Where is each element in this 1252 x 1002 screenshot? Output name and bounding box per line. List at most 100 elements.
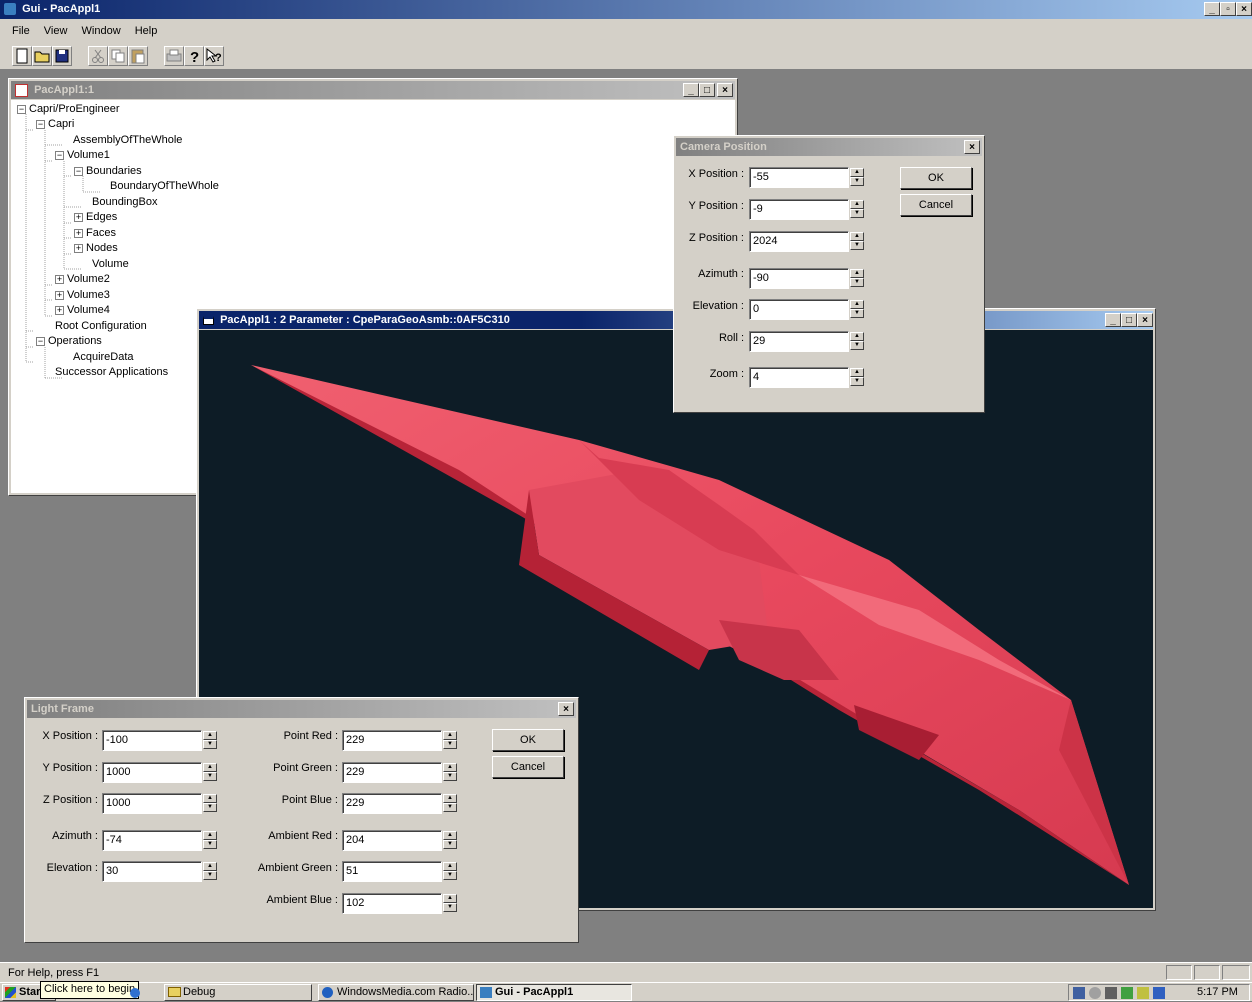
paste-button[interactable]: [128, 46, 148, 66]
minimize-button[interactable]: _: [1204, 2, 1220, 16]
camera-z-input[interactable]: 2024: [749, 231, 849, 252]
tree-node[interactable]: AssemblyOfTheWhole: [73, 133, 182, 148]
spin-up-icon[interactable]: ▲: [850, 168, 864, 177]
ambient-blue-spinner[interactable]: ▲ ▼: [443, 894, 457, 913]
context-help-button[interactable]: ?: [204, 46, 224, 66]
spin-down-icon[interactable]: ▼: [443, 903, 457, 912]
spin-down-icon[interactable]: ▼: [203, 803, 217, 812]
spin-down-icon[interactable]: ▼: [443, 740, 457, 749]
spin-up-icon[interactable]: ▲: [850, 269, 864, 278]
ambient-red-spinner[interactable]: ▲ ▼: [443, 831, 457, 850]
about-button[interactable]: ?: [184, 46, 204, 66]
camera-y-spinner[interactable]: ▲ ▼: [850, 200, 864, 219]
spin-down-icon[interactable]: ▼: [850, 177, 864, 186]
spin-up-icon[interactable]: ▲: [443, 831, 457, 840]
camera-roll-input[interactable]: 29: [749, 331, 849, 352]
spin-down-icon[interactable]: ▼: [443, 772, 457, 781]
menu-window[interactable]: Window: [82, 25, 121, 37]
camera-dialog-titlebar[interactable]: Camera Position ×: [676, 138, 982, 156]
tree-node[interactable]: + Volume3: [55, 288, 110, 303]
tree-close-button[interactable]: ×: [717, 83, 733, 97]
volume-icon[interactable]: [1105, 987, 1117, 999]
tree-node[interactable]: − Capri: [36, 117, 74, 132]
ambient-red-input[interactable]: 204: [342, 830, 442, 851]
tree-node[interactable]: Root Configuration: [55, 319, 147, 334]
close-button[interactable]: ×: [1236, 2, 1252, 16]
ambient-green-input[interactable]: 51: [342, 861, 442, 882]
camera-azimuth-input[interactable]: -90: [749, 268, 849, 289]
task-debug[interactable]: Debug: [164, 984, 312, 1001]
cut-button[interactable]: [88, 46, 108, 66]
light-y-spinner[interactable]: ▲ ▼: [203, 763, 217, 782]
spin-up-icon[interactable]: ▲: [850, 232, 864, 241]
light-azimuth-spinner[interactable]: ▲ ▼: [203, 831, 217, 850]
camera-ok-button[interactable]: OK: [900, 167, 972, 189]
clock[interactable]: 5:17 PM: [1197, 986, 1238, 998]
tree-node[interactable]: − Operations: [36, 334, 102, 349]
tree-node[interactable]: + Nodes: [74, 241, 118, 256]
tree-maximize-button[interactable]: □: [699, 83, 715, 97]
tray-icon[interactable]: [1137, 987, 1149, 999]
camera-elevation-spinner[interactable]: ▲ ▼: [850, 300, 864, 319]
tree-node[interactable]: BoundingBox: [92, 195, 157, 210]
light-cancel-button[interactable]: Cancel: [492, 756, 564, 778]
menu-help[interactable]: Help: [135, 25, 158, 37]
expand-icon[interactable]: +: [74, 243, 83, 253]
collapse-icon[interactable]: −: [36, 119, 45, 129]
tray-network-icon[interactable]: [1073, 987, 1085, 999]
new-file-button[interactable]: [12, 46, 32, 66]
tree-node[interactable]: + Volume2: [55, 272, 110, 287]
spin-up-icon[interactable]: ▲: [203, 831, 217, 840]
collapse-icon[interactable]: −: [74, 166, 83, 176]
menu-view[interactable]: View: [44, 25, 68, 37]
light-azimuth-input[interactable]: -74: [102, 830, 202, 851]
light-y-input[interactable]: 1000: [102, 762, 202, 783]
spin-down-icon[interactable]: ▼: [203, 772, 217, 781]
tree-node[interactable]: Volume: [92, 257, 129, 272]
collapse-icon[interactable]: −: [36, 336, 45, 346]
app-titlebar[interactable]: Gui - PacAppl1 _ ▫ ×: [0, 0, 1252, 19]
spin-down-icon[interactable]: ▼: [850, 341, 864, 350]
spin-up-icon[interactable]: ▲: [850, 200, 864, 209]
tree-node[interactable]: + Edges: [74, 210, 117, 225]
spin-up-icon[interactable]: ▲: [850, 332, 864, 341]
light-x-spinner[interactable]: ▲ ▼: [203, 731, 217, 750]
spin-down-icon[interactable]: ▼: [443, 840, 457, 849]
point-blue-spinner[interactable]: ▲ ▼: [443, 794, 457, 813]
camera-x-input[interactable]: -55: [749, 167, 849, 188]
light-x-input[interactable]: -100: [102, 730, 202, 751]
light-dialog-close-button[interactable]: ×: [558, 702, 574, 716]
tree-node[interactable]: BoundaryOfTheWhole: [110, 179, 219, 194]
viewer-minimize-button[interactable]: _: [1105, 313, 1121, 327]
expand-icon[interactable]: +: [55, 274, 64, 284]
camera-azimuth-spinner[interactable]: ▲ ▼: [850, 269, 864, 288]
expand-icon[interactable]: +: [55, 290, 64, 300]
spin-up-icon[interactable]: ▲: [203, 794, 217, 803]
task-windowsmedia[interactable]: WindowsMedia.com Radio...: [318, 984, 474, 1001]
spin-down-icon[interactable]: ▼: [443, 803, 457, 812]
spin-down-icon[interactable]: ▼: [203, 740, 217, 749]
light-elevation-spinner[interactable]: ▲ ▼: [203, 862, 217, 881]
collapse-icon[interactable]: −: [55, 150, 64, 160]
spin-up-icon[interactable]: ▲: [203, 763, 217, 772]
tree-window-titlebar[interactable]: PacAppl1:1 _ □ ×: [11, 81, 735, 99]
tray-icon[interactable]: [1153, 987, 1165, 999]
point-green-spinner[interactable]: ▲ ▼: [443, 763, 457, 782]
tree-node[interactable]: AcquireData: [73, 350, 134, 365]
spin-down-icon[interactable]: ▼: [443, 871, 457, 880]
point-red-input[interactable]: 229: [342, 730, 442, 751]
tree-node[interactable]: − Boundaries: [74, 164, 142, 179]
restore-button[interactable]: ▫: [1220, 2, 1236, 16]
light-elevation-input[interactable]: 30: [102, 861, 202, 882]
spin-up-icon[interactable]: ▲: [443, 862, 457, 871]
camera-elevation-input[interactable]: 0: [749, 299, 849, 320]
camera-z-spinner[interactable]: ▲ ▼: [850, 232, 864, 251]
spin-up-icon[interactable]: ▲: [443, 763, 457, 772]
light-ok-button[interactable]: OK: [492, 729, 564, 751]
task-gui-pacappl1[interactable]: Gui - PacAppl1: [476, 984, 632, 1001]
spin-down-icon[interactable]: ▼: [850, 309, 864, 318]
spin-up-icon[interactable]: ▲: [850, 368, 864, 377]
camera-zoom-spinner[interactable]: ▲ ▼: [850, 368, 864, 387]
expand-icon[interactable]: +: [55, 305, 64, 315]
light-z-spinner[interactable]: ▲ ▼: [203, 794, 217, 813]
